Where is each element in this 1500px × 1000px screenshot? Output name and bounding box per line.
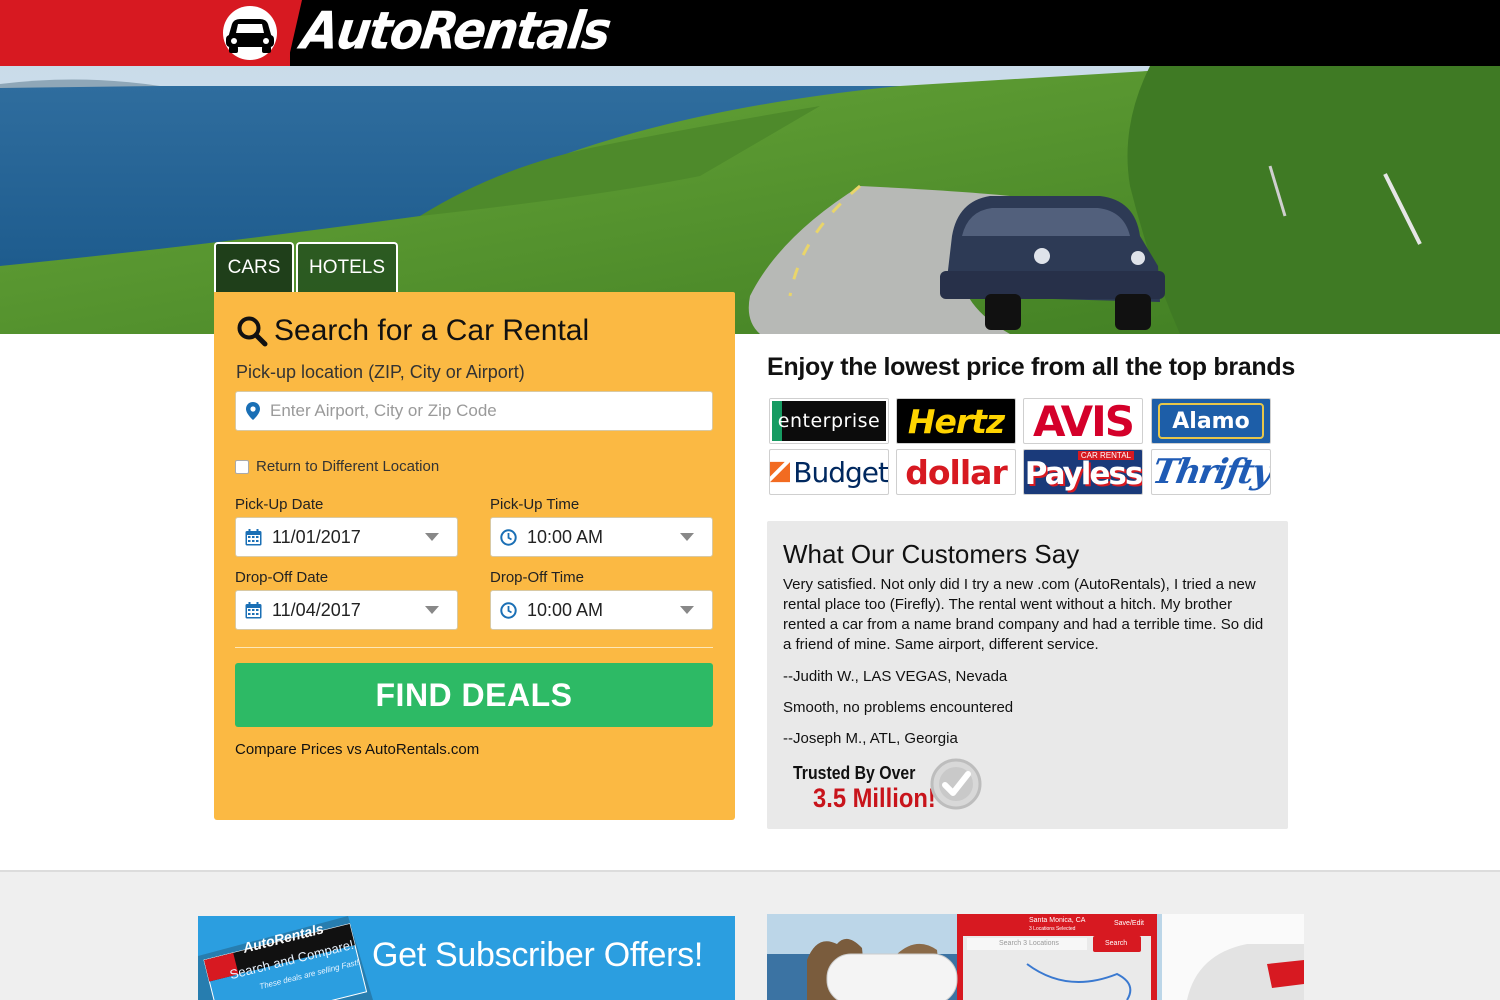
brand-logo-payless[interactable]: CAR RENTAL Payless [1023,449,1143,495]
testimonials-box: What Our Customers Say Very satisfied. N… [767,521,1288,829]
testimonial-quote-2: Smooth, no problems encountered [783,699,1014,716]
site-header: AutoRentals [0,0,1500,66]
pickup-date-value: 11/01/2017 [272,526,361,547]
clock-icon [500,528,517,546]
brands-heading: Enjoy the lowest price from all the top … [767,353,1295,381]
panel-divider [235,647,713,648]
chevron-down-icon [425,533,439,541]
checkmark-seal-icon [930,758,982,810]
chevron-down-icon [425,606,439,614]
trusted-badge: Trusted By Over 3.5 Million! [793,758,993,821]
brand-budget-text: Budget [793,455,888,489]
map-pin-icon [246,402,260,420]
return-different-label: Return to Different Location [256,458,440,475]
pickup-date-label: Pick-Up Date [235,496,324,513]
budget-mark-icon [770,461,791,483]
testimonial-author-1: --Judith W., LAS VEGAS, Nevada [783,668,1008,685]
brand-thrifty-text: Thrifty [1151,452,1271,492]
pickup-location-label: Pick-up location (ZIP, City or Airport) [236,362,525,382]
pickup-time-value: 10:00 AM [527,526,604,547]
find-deals-button[interactable]: FIND DEALS [235,663,713,727]
brand-avis-text: AVIS [1032,398,1135,444]
brand-hertz-text: Hertz [907,401,1005,441]
tab-cars[interactable]: CARS [214,242,294,292]
app-preview-image[interactable]: Santa Monica, CA 3 Locations Selected Sa… [767,914,1304,1000]
dropoff-date-label: Drop-Off Date [235,569,329,586]
trusted-line-2: 3.5 Million! [813,783,936,813]
trusted-line-1: Trusted By Over [793,763,916,783]
testimonials-title: What Our Customers Say [783,539,1080,569]
brand-logo-thrifty[interactable]: Thrifty [1151,449,1271,495]
app-selected-text: 3 Locations Selected [1029,926,1076,932]
brand-logo-avis[interactable]: AVIS [1023,398,1143,444]
subscriber-offers-banner[interactable]: AutoRentals Search and Compare! These de… [198,916,735,1000]
pickup-time-select[interactable]: 10:00 AM [490,517,713,557]
app-search-button: Search [1105,940,1128,947]
dropoff-time-label: Drop-Off Time [490,569,584,586]
pickup-location-input[interactable] [270,401,700,421]
search-panel-title: Search for a Car Rental [236,314,589,348]
brand-enterprise-text: enterprise [777,410,881,432]
car-search-panel: Search for a Car Rental Pick-up location… [214,292,735,820]
testimonial-quote-1: Very satisfied. Not only did I try a new… [783,576,1264,653]
app-save-text: Save/Edit [1114,920,1144,927]
calendar-icon [245,528,262,545]
clock-icon [500,601,517,619]
return-different-checkbox[interactable] [235,459,249,474]
brand-logo-dollar[interactable]: dollar [896,449,1016,495]
brand-payless-text: Payless [1024,456,1142,492]
brand-logo-alamo[interactable]: Alamo [1151,398,1271,444]
brand-payless-sub: CAR RENTAL [1077,451,1134,460]
dropoff-date-value: 11/04/2017 [272,599,361,620]
brand-alamo-text: Alamo [1172,408,1250,434]
brand-logo-budget[interactable]: Budget [769,449,889,495]
app-location-text: Santa Monica, CA [1029,917,1086,924]
compare-prices-text: Compare Prices vs AutoRentals.com [235,741,480,758]
pickup-date-select[interactable]: 11/01/2017 [235,517,458,557]
promo-text: Get Subscriber Offers! [372,936,704,974]
chevron-down-icon [680,606,694,614]
dropoff-time-select[interactable]: 10:00 AM [490,590,713,630]
car-logo-icon[interactable] [215,4,285,62]
calendar-icon [245,601,262,618]
search-icon [237,316,268,347]
pickup-time-label: Pick-Up Time [490,496,580,513]
search-title-text: Search for a Car Rental [274,314,590,347]
app-search-label: Search 3 Locations [999,940,1059,947]
tab-hotels[interactable]: HOTELS [296,242,398,292]
brand-logo-enterprise[interactable]: enterprise [769,398,889,444]
dropoff-time-value: 10:00 AM [527,599,604,620]
chevron-down-icon [680,533,694,541]
return-different-location[interactable]: Return to Different Location [235,458,439,475]
brand-logo-text[interactable]: AutoRentals [298,0,614,62]
dropoff-date-select[interactable]: 11/04/2017 [235,590,458,630]
brand-logo-hertz[interactable]: Hertz [896,398,1016,444]
brand-dollar-text: dollar [905,452,1007,492]
testimonial-author-2: --Joseph M., ATL, Georgia [783,730,958,747]
pickup-location-field[interactable] [235,391,713,431]
